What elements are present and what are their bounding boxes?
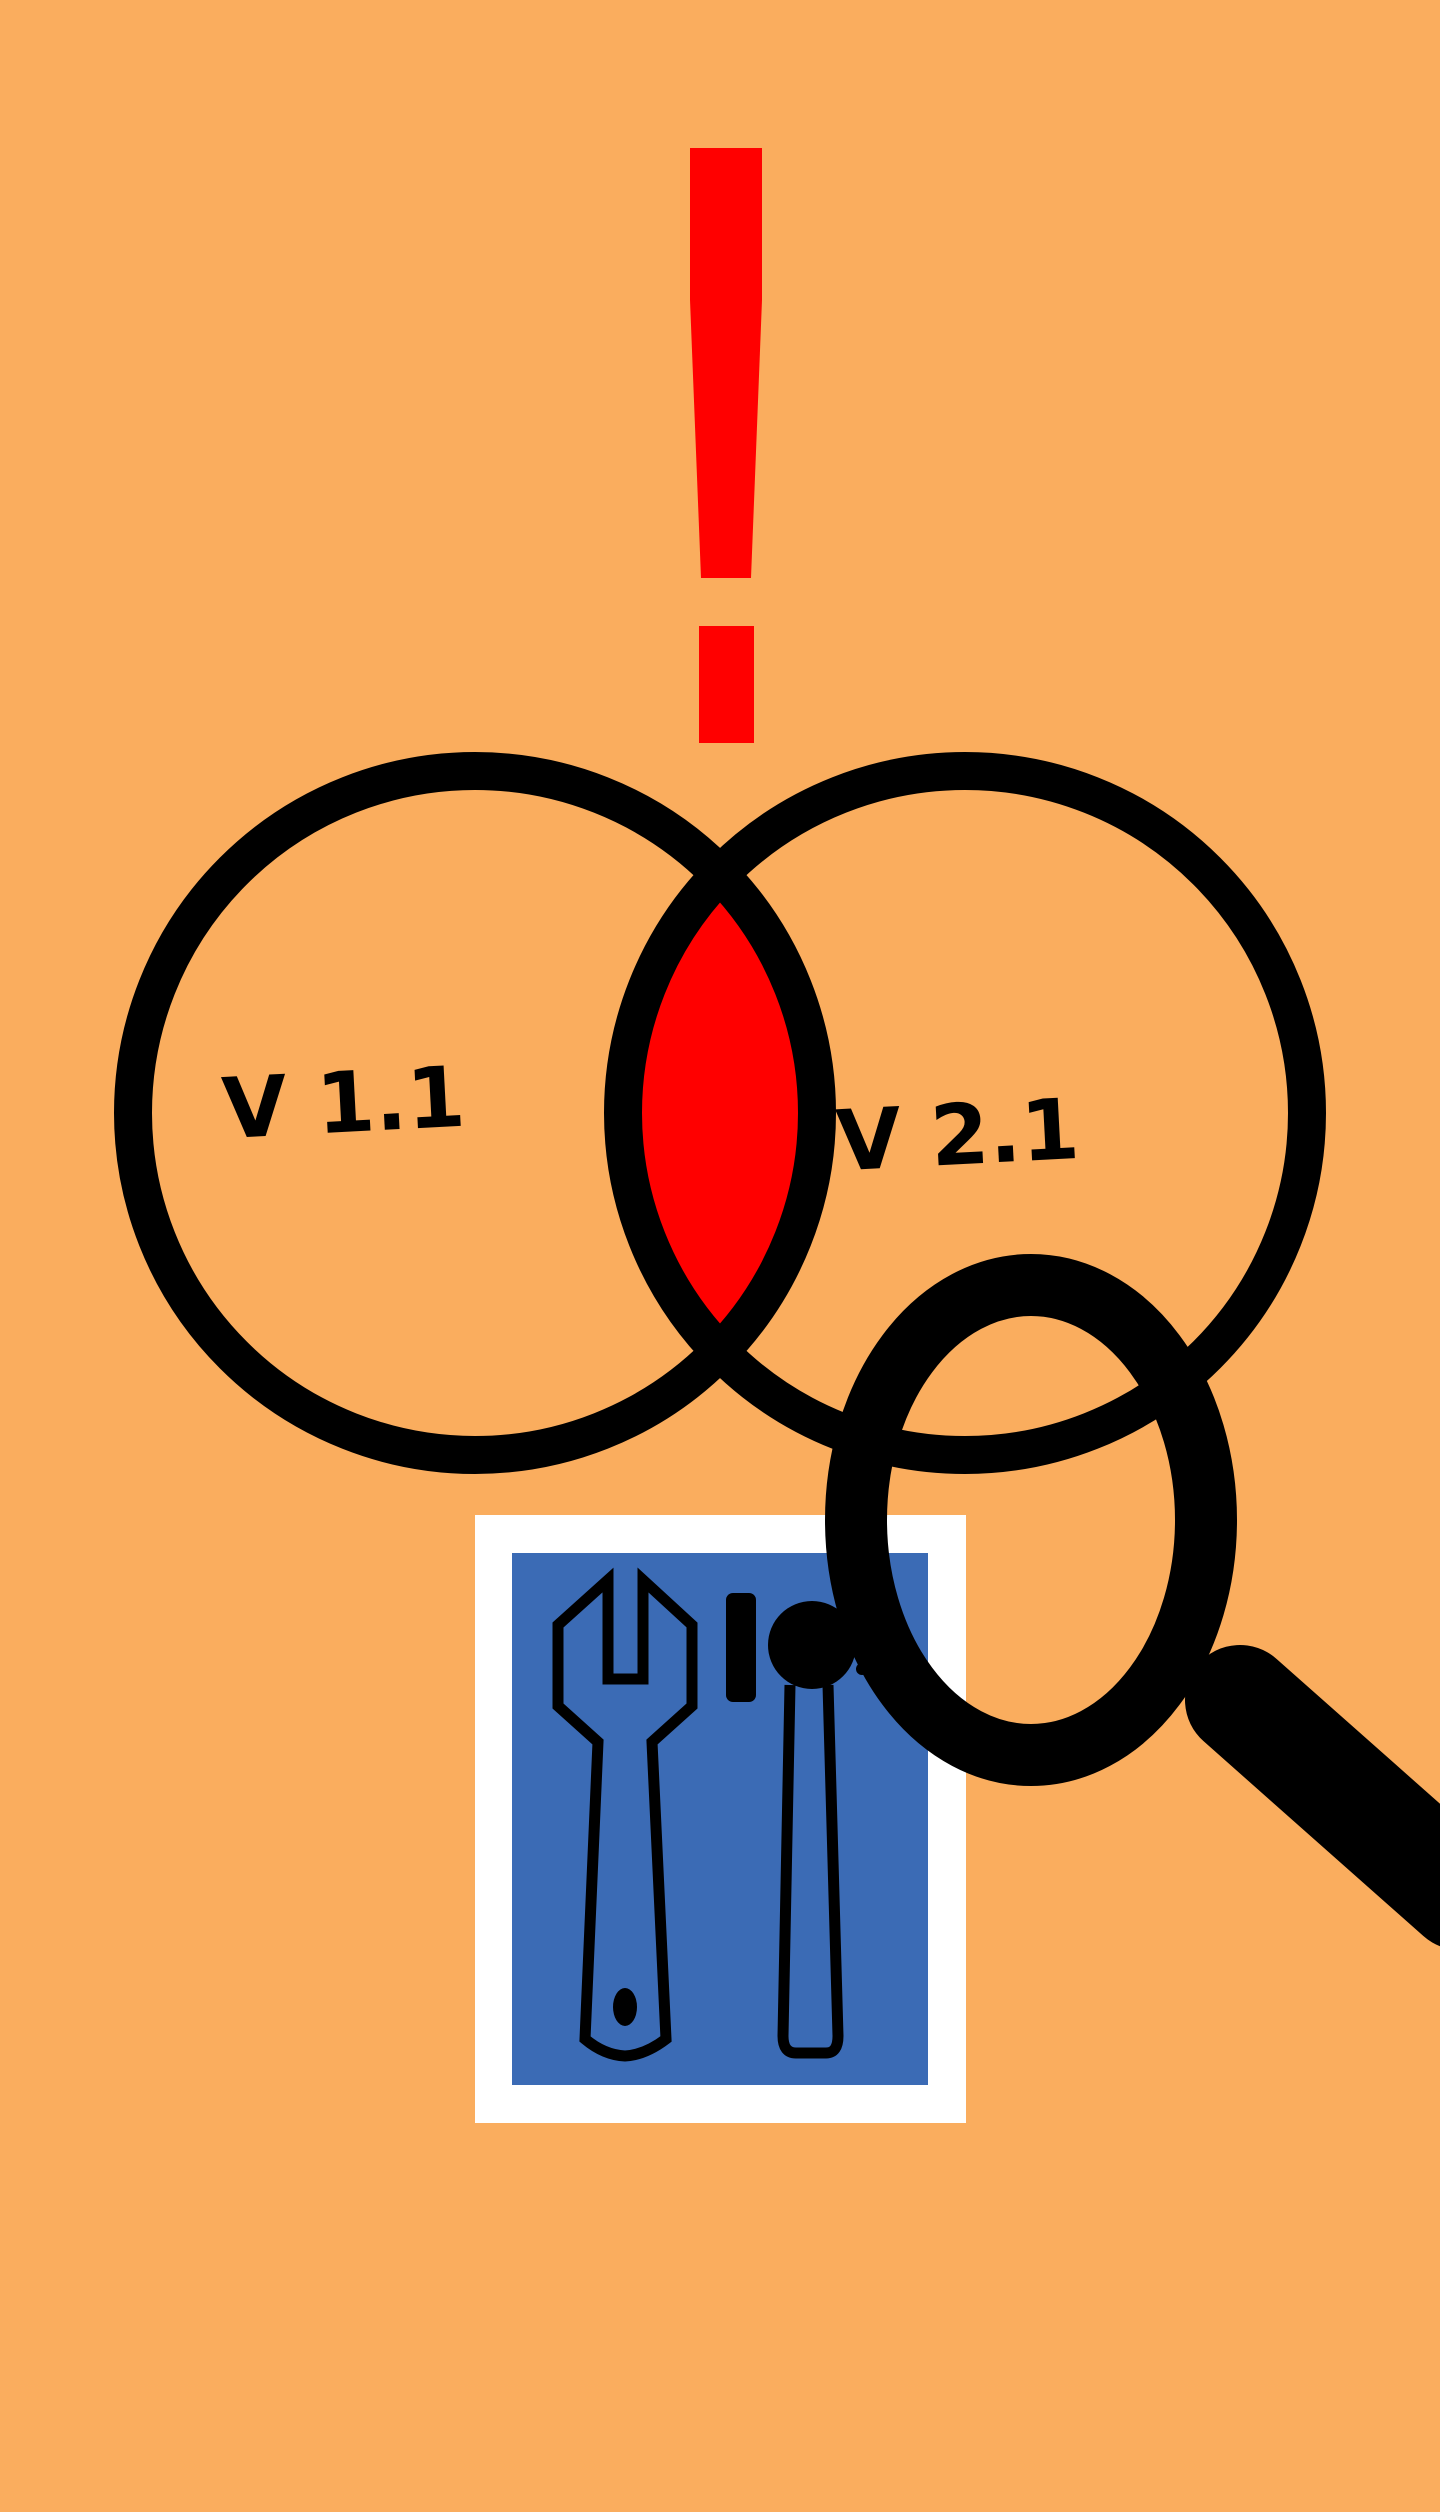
wrench-hole (613, 1988, 637, 2026)
magnifier-handle (1185, 1645, 1440, 1946)
exclamation-bar (690, 148, 762, 578)
version-comparison-diagram: V 1.1 V 2.1 (114, 148, 1440, 2123)
version-label-v1: V 1.1 (220, 1048, 468, 1159)
exclamation-icon (690, 148, 762, 743)
exclamation-dot (699, 626, 754, 743)
version-label-v2: V 2.1 (834, 1080, 1082, 1191)
